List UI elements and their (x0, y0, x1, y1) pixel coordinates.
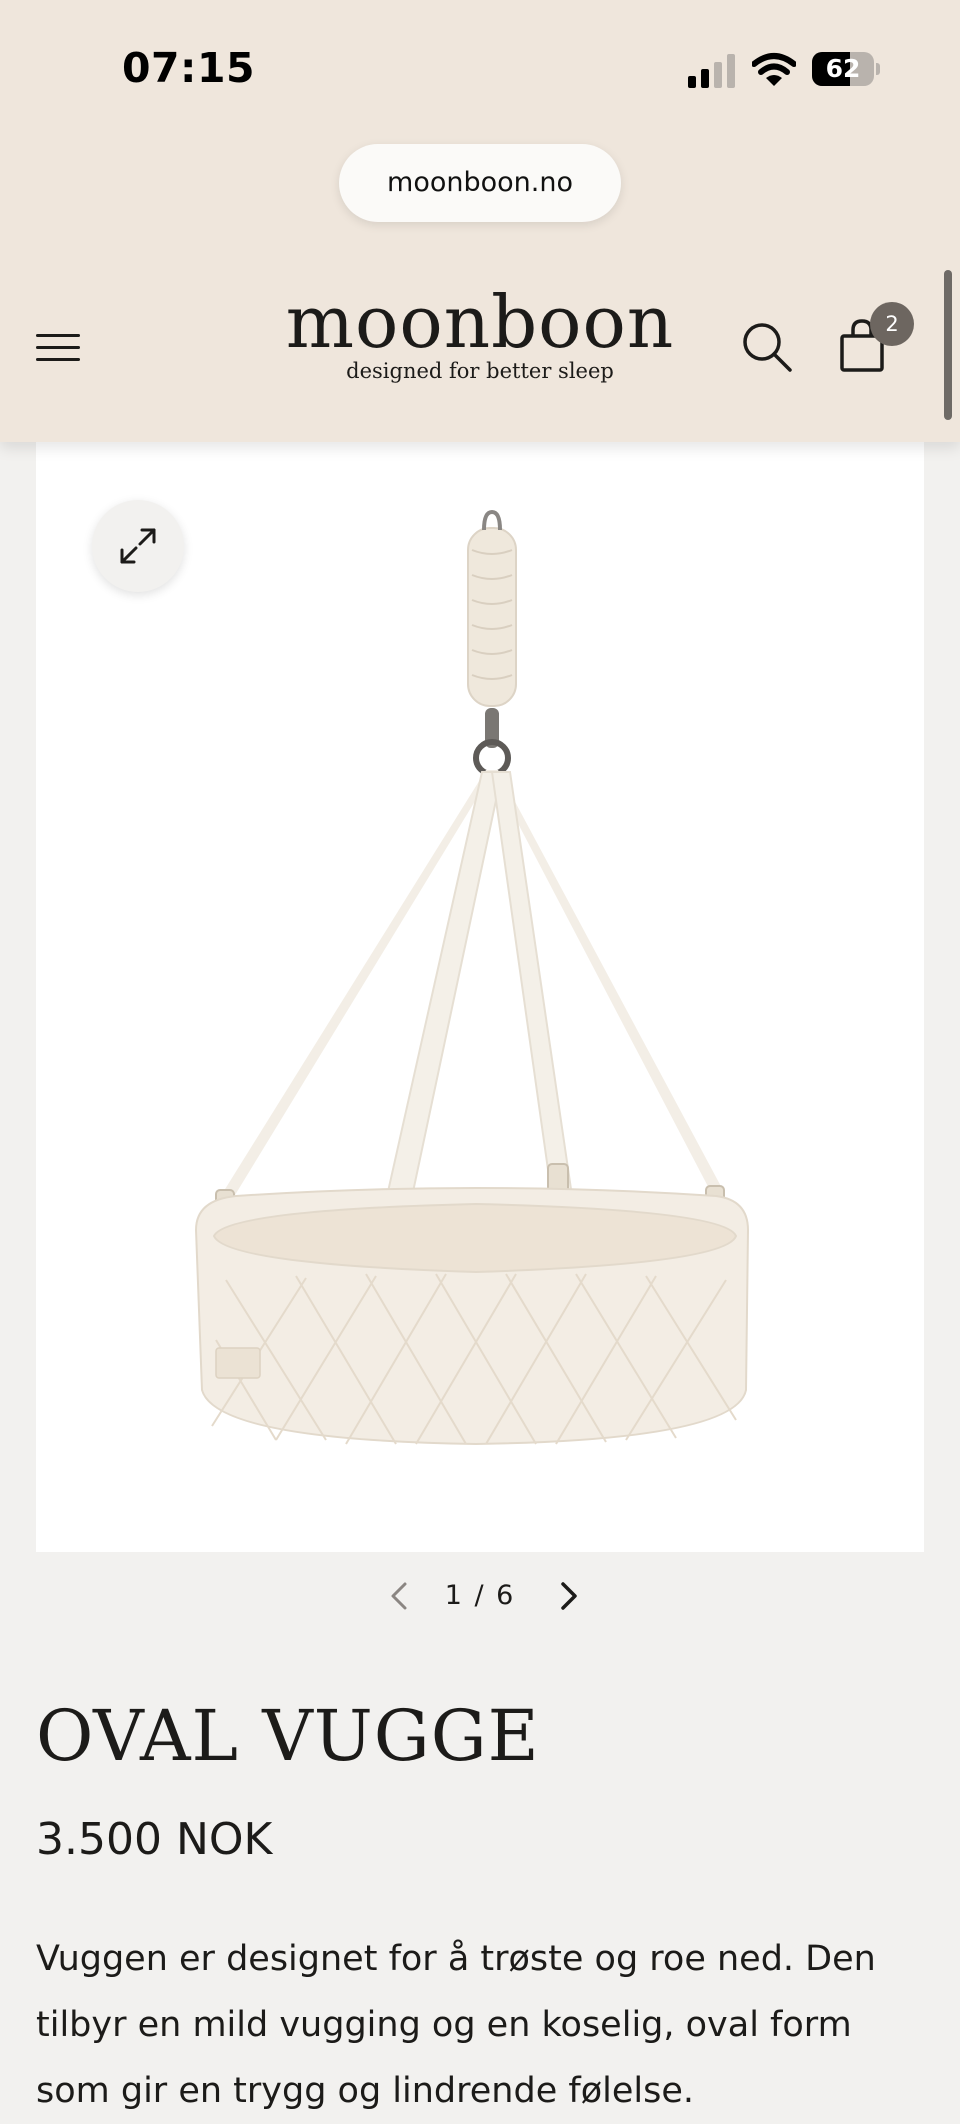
battery-tip (876, 63, 880, 75)
chevron-right-icon (561, 1582, 577, 1610)
product-price: 3.500 NOK (36, 1814, 273, 1865)
search-button[interactable] (740, 320, 794, 374)
search-icon (743, 323, 792, 372)
hamburger-line (36, 358, 80, 361)
wifi-icon (752, 53, 796, 86)
status-bar: 07:15 62 (0, 0, 960, 140)
next-image-button[interactable] (550, 1578, 586, 1614)
battery-body: 62 (812, 52, 874, 86)
top-bar: 07:15 62 moonboon.no moonboon designed f… (0, 0, 960, 442)
product-image-cradle (194, 509, 750, 1446)
address-bar[interactable]: moonboon.no (339, 144, 621, 222)
scrollbar[interactable] (944, 270, 952, 420)
previous-image-button[interactable] (382, 1578, 418, 1614)
hamburger-menu-icon (36, 334, 80, 337)
chevron-left-icon (391, 1582, 407, 1610)
battery-icon: 62 (812, 52, 880, 86)
product-description: Vuggen er designet for å trøste og roe n… (36, 1939, 876, 2111)
expand-icon (120, 528, 156, 564)
brand-logo[interactable]: moonboon designed for better sleep (280, 280, 680, 384)
product-gallery[interactable] (36, 440, 924, 1552)
site-header: moonboon designed for better sleep 2 (0, 270, 960, 442)
menu-button[interactable] (28, 322, 88, 372)
product-title: OVAL VUGGE (36, 1695, 540, 1777)
cart-count-badge: 2 (870, 302, 914, 346)
hamburger-line (36, 346, 80, 349)
expand-image-button[interactable] (92, 500, 184, 592)
gallery-pager: 1 / 6 (370, 1570, 590, 1622)
cellular-signal-icon (688, 54, 735, 88)
status-time: 07:15 (122, 44, 256, 92)
brand-name: moonboon (285, 280, 675, 364)
battery-level: 62 (825, 54, 861, 83)
gallery-page-indicator: 1 / 6 (444, 1580, 516, 1611)
